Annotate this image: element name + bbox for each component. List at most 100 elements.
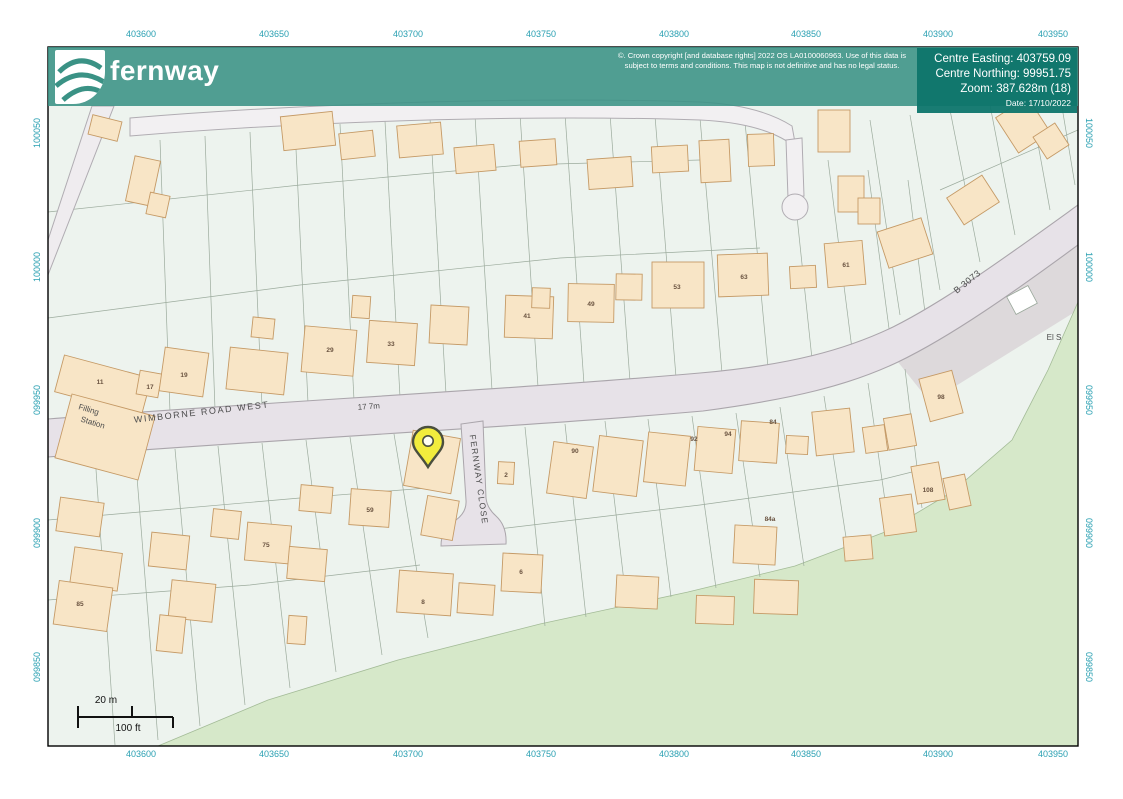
building-footprint [786,435,809,454]
building-footprint [593,436,643,497]
house-number: 84a [765,516,776,523]
house-number: 94 [724,431,732,438]
easting-label: 403850 [791,749,821,759]
house-number: 98 [937,394,945,401]
house-number: 6 [519,569,523,576]
northing-label: 099900 [32,518,42,548]
building-footprint [519,139,557,167]
northing-label: 100050 [1084,118,1094,148]
centre-northing: Centre Northing: 99951.75 [923,67,1071,82]
building-footprint [351,295,370,318]
house-number: 49 [587,301,595,308]
house-number: 85 [76,601,84,608]
house-number: 108 [923,487,934,494]
easting-label: 403900 [923,29,953,39]
easting-label: 403650 [259,29,289,39]
building-footprint [883,414,916,450]
brand-name: fernway [110,55,219,87]
building-footprint [280,111,335,150]
building-footprint [858,198,880,224]
northing-label: 100000 [32,252,42,282]
map-date: Date: 17/10/2022 [923,98,1071,108]
building-footprint [287,546,328,581]
northing-label: 100000 [1084,252,1094,282]
building-footprint [287,615,307,644]
house-number: 84 [769,419,777,426]
house-number: 19 [180,372,188,379]
easting-label: 403700 [393,749,423,759]
building-footprint [753,579,798,615]
building-footprint [880,494,917,536]
building-footprint [733,525,777,565]
house-number: 63 [740,274,748,281]
building-footprint [211,509,242,540]
northing-labels-right: 100050 100000 099950 099900 099850 [1084,118,1094,682]
building-footprint [156,615,186,654]
easting-label: 403600 [126,749,156,759]
centre-easting: Centre Easting: 403759.09 [923,52,1071,67]
road-label: El S [1047,333,1062,342]
house-number: 61 [842,262,850,269]
building-footprint [532,288,551,309]
building-footprint [615,575,659,609]
house-number: 92 [690,436,698,443]
building-footprint [251,317,275,339]
house-number: 53 [673,284,681,291]
northing-label: 099950 [32,385,42,415]
building-footprint [696,595,735,624]
building-footprint [397,570,454,616]
easting-label: 403750 [526,749,556,759]
easting-label: 403900 [923,749,953,759]
building-footprint [651,145,688,173]
northing-label: 099900 [1084,518,1094,548]
easting-label: 403600 [126,29,156,39]
easting-label: 403750 [526,29,556,39]
easting-label: 403800 [659,29,689,39]
building-footprint [812,408,854,456]
easting-label: 403950 [1038,749,1068,759]
northing-label: 099850 [1084,652,1094,682]
easting-label: 403800 [659,749,689,759]
easting-label: 403700 [393,29,423,39]
building-footprint [454,144,496,173]
map-content[interactable]: WIMBORNE ROAD WEST17 7mFERNWAY CLOSEB 30… [48,47,1078,746]
house-number: 29 [326,347,334,354]
house-number: 8 [421,599,425,606]
building-footprint [146,192,170,218]
map-canvas[interactable]: WIMBORNE ROAD WEST17 7mFERNWAY CLOSEB 30… [0,0,1123,794]
northing-label: 100050 [32,118,42,148]
building-footprint [587,157,633,190]
building-footprint [699,139,731,183]
house-number: 75 [262,542,270,549]
building-footprint [747,134,774,167]
building-footprint [739,421,780,464]
building-footprint [644,432,691,486]
building-footprint [429,305,469,345]
northing-label: 099950 [1084,385,1094,415]
easting-label: 403950 [1038,29,1068,39]
easting-label: 403850 [791,29,821,39]
building-footprint [843,535,873,561]
building-footprint [421,496,459,541]
house-number: 90 [571,448,579,455]
building-footprint [299,485,333,514]
house-number: 2 [504,472,508,479]
house-number: 59 [366,507,374,514]
house-number: 17 [146,384,154,391]
northing-label: 099850 [32,652,42,682]
building-footprint [616,274,642,300]
easting-labels-top: 403600 403650 403700 403750 403800 403850 4039… [126,29,1068,39]
building-footprint [56,497,104,537]
easting-labels-bottom: 403600 403650 403700 403750 403800 403850 4039… [126,749,1068,759]
building-footprint [862,425,887,454]
building-footprint [226,347,288,395]
house-number: 11 [97,379,104,386]
easting-label: 403650 [259,749,289,759]
map-info-panel: Centre Easting: 403759.09 Centre Northin… [917,48,1077,113]
building-footprint [818,110,850,152]
pin-hole [423,436,433,446]
map-application: WIMBORNE ROAD WEST17 7mFERNWAY CLOSEB 30… [0,0,1123,799]
scale-metric-label: 20 m [95,695,117,706]
copyright-notice: ©. Crown copyright [and database rights]… [612,51,912,71]
road-label: 17 7m [357,401,380,412]
